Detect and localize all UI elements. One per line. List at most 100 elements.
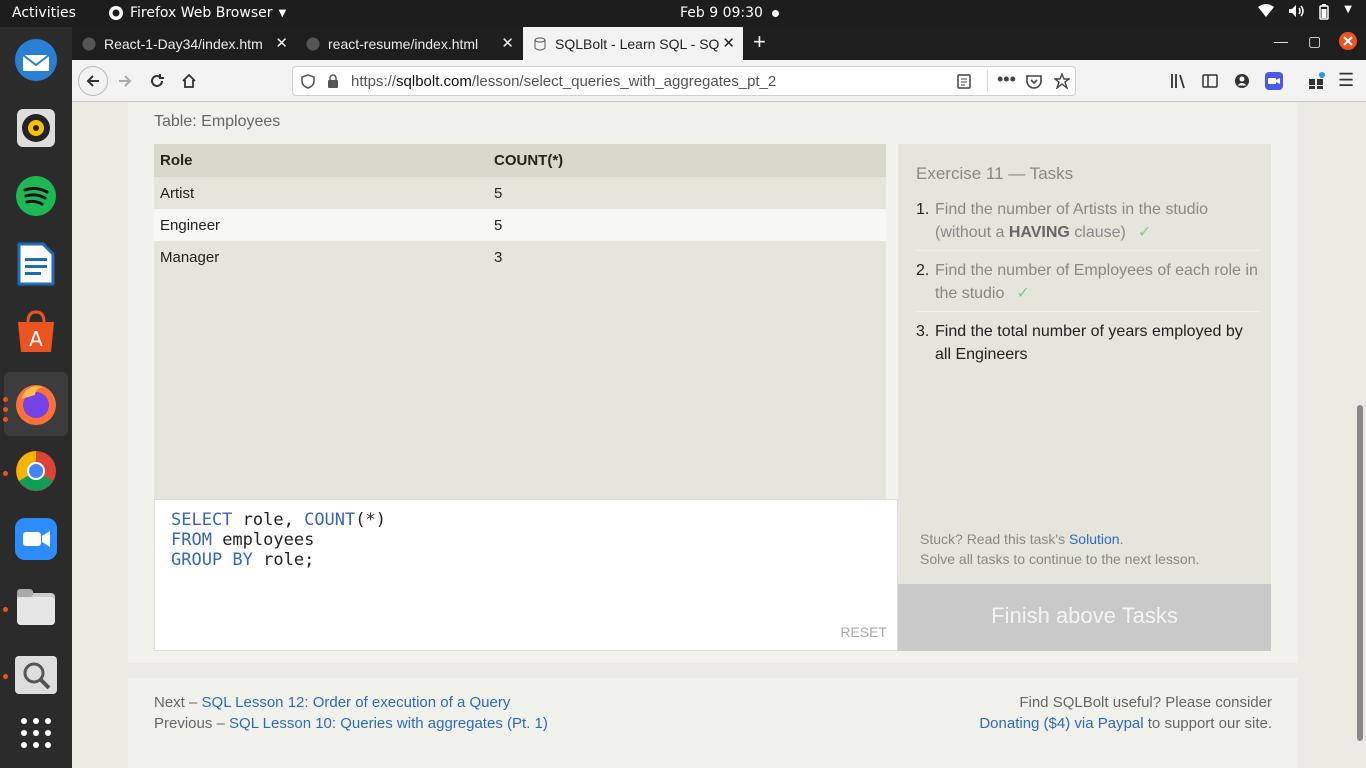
system-top-bar: Activities Firefox Web Browser ▼ Feb 9 0… [0, 0, 1366, 27]
task-number: 2. [916, 262, 930, 279]
tab-sqlbolt[interactable]: SQLBolt - Learn SQL - SQ ✕ [523, 27, 743, 60]
finish-tasks-button[interactable]: Finish above Tasks [898, 584, 1271, 651]
close-tab-icon[interactable]: ✕ [501, 34, 514, 52]
scrollbar-thumb[interactable] [1357, 405, 1363, 741]
files-icon[interactable] [12, 583, 60, 631]
task-number: 3. [916, 323, 930, 340]
lesson-navigation: Next – SQL Lesson 12: Order of execution… [154, 694, 548, 732]
wifi-icon [1258, 4, 1275, 24]
task-item: 1. Find the number of Artists in the stu… [916, 196, 1261, 251]
bookmark-star-icon[interactable] [1054, 73, 1070, 89]
results-table: Role COUNT(*) Artist 5 Engineer 5 Manage… [154, 144, 886, 273]
rhythmbox-icon[interactable] [12, 104, 60, 152]
chevron-down-icon: ▼ [278, 7, 287, 19]
task-text: Find the total number of years employed … [935, 323, 1243, 363]
volume-icon [1288, 4, 1305, 24]
zoom-extension-icon[interactable] [1265, 72, 1283, 90]
firefox-small-icon [109, 6, 123, 20]
checkmark-icon: ✓ [1016, 285, 1030, 302]
maximize-icon[interactable]: ▢ [1308, 33, 1321, 50]
page-actions-icon[interactable]: ••• [997, 69, 1016, 90]
sidebar-icon[interactable] [1202, 73, 1218, 89]
lock-icon[interactable] [327, 74, 339, 89]
sql-query-text[interactable]: SELECT role, COUNT(*) FROM employees GRO… [171, 510, 386, 570]
window-close-icon[interactable] [1338, 31, 1358, 54]
battery-icon [1318, 4, 1330, 24]
sql-editor[interactable]: SELECT role, COUNT(*) FROM employees GRO… [154, 499, 898, 651]
back-arrow-icon [86, 75, 99, 87]
tracking-shield-icon[interactable] [301, 74, 315, 89]
reader-view-icon[interactable] [957, 74, 971, 89]
forward-arrow-icon [119, 75, 132, 87]
exercise-title: Exercise 11 — Tasks [916, 164, 1074, 183]
lesson-footer: Next – SQL Lesson 12: Order of execution… [128, 678, 1298, 768]
system-tray[interactable]: ▼ [1258, 4, 1352, 24]
running-indicator [3, 407, 8, 412]
app-menu[interactable]: Firefox Web Browser ▼ [108, 5, 286, 21]
table-row: Artist 5 [154, 177, 886, 209]
checkmark-icon: ✓ [1137, 224, 1152, 241]
next-lesson-link[interactable]: SQL Lesson 12: Order of execution of a Q… [202, 694, 511, 711]
chrome-icon[interactable] [12, 447, 60, 495]
tab-react-resume[interactable]: react-resume/index.html ✕ [296, 27, 522, 60]
home-icon [182, 73, 196, 88]
running-indicator [3, 417, 8, 422]
task-list: 1. Find the number of Artists in the stu… [916, 196, 1261, 378]
screenshot-icon[interactable] [12, 651, 60, 699]
task-number: 1. [916, 201, 930, 218]
library-icon[interactable] [1170, 73, 1188, 89]
running-indicator [3, 674, 8, 679]
pocket-icon[interactable] [1026, 74, 1042, 89]
github-icon [306, 37, 320, 50]
reload-icon [151, 74, 164, 87]
tab-title: react-resume/index.html [328, 35, 479, 52]
show-applications-icon[interactable] [12, 709, 60, 757]
notification-dot [772, 10, 779, 17]
ubuntu-software-icon[interactable]: A [12, 308, 60, 356]
previous-lesson-link[interactable]: SQL Lesson 10: Queries with aggregates (… [229, 715, 548, 732]
query-results: Role COUNT(*) Artist 5 Engineer 5 Manage… [154, 144, 886, 499]
url-text: https://sqlbolt.com/lesson/select_querie… [351, 73, 777, 90]
ubuntu-dock: A [0, 27, 72, 768]
activities-button[interactable]: Activities [12, 5, 76, 21]
reload-button[interactable] [144, 68, 170, 94]
lesson-panel: Table: Employees Role COUNT(*) Artist 5 … [128, 103, 1298, 663]
table-caption: Table: Employees [154, 113, 281, 130]
close-tab-icon[interactable]: ✕ [275, 34, 288, 52]
task-item: 3. Find the total number of years employ… [916, 318, 1261, 372]
page-scrollbar[interactable] [1354, 103, 1366, 768]
minimize-icon[interactable]: — [1274, 33, 1288, 49]
url-bar[interactable]: https://sqlbolt.com/lesson/select_querie… [292, 66, 1076, 96]
close-tab-icon[interactable]: ✕ [722, 34, 735, 52]
donate-link[interactable]: Donating ($4) via Paypal [979, 715, 1143, 732]
table-cell: Engineer [154, 209, 488, 241]
tab-react-1-day34[interactable]: React-1-Day34/index.htm ✕ [72, 27, 296, 60]
table-cell: Artist [160, 184, 195, 202]
libreoffice-writer-icon[interactable] [12, 240, 60, 288]
task-text: Find the number of Artists in the studio… [935, 201, 1209, 241]
column-header-count: COUNT(*) [488, 144, 886, 177]
svg-text:A: A [29, 327, 43, 351]
reset-button[interactable]: RESET [840, 624, 887, 640]
table-cell: 3 [494, 248, 503, 266]
solution-link[interactable]: Solution [1069, 531, 1120, 547]
hamburger-menu-icon[interactable]: ☰ [1338, 70, 1354, 91]
zoom-icon[interactable] [12, 515, 60, 563]
new-tab-button[interactable]: + [753, 29, 766, 55]
running-indicator [3, 607, 8, 612]
clock[interactable]: Feb 9 09:30 [680, 5, 763, 21]
help-text: Stuck? Read this task's Solution. Solve … [920, 531, 1200, 567]
extensions-icon[interactable] [1308, 72, 1326, 90]
thunderbird-icon[interactable] [12, 36, 60, 84]
account-icon[interactable] [1234, 73, 1250, 89]
running-indicator [3, 397, 8, 402]
spotify-icon[interactable] [12, 172, 60, 220]
forward-button[interactable] [112, 68, 138, 94]
running-indicator [3, 471, 8, 476]
task-text: Find the number of Employees of each rol… [935, 262, 1258, 302]
home-button[interactable] [176, 68, 202, 94]
firefox-icon[interactable] [4, 372, 68, 436]
browser-tab-strip: React-1-Day34/index.htm ✕ react-resume/i… [72, 27, 1366, 60]
task-item: 2. Find the number of Employees of each … [916, 257, 1261, 312]
back-button[interactable] [78, 66, 108, 96]
